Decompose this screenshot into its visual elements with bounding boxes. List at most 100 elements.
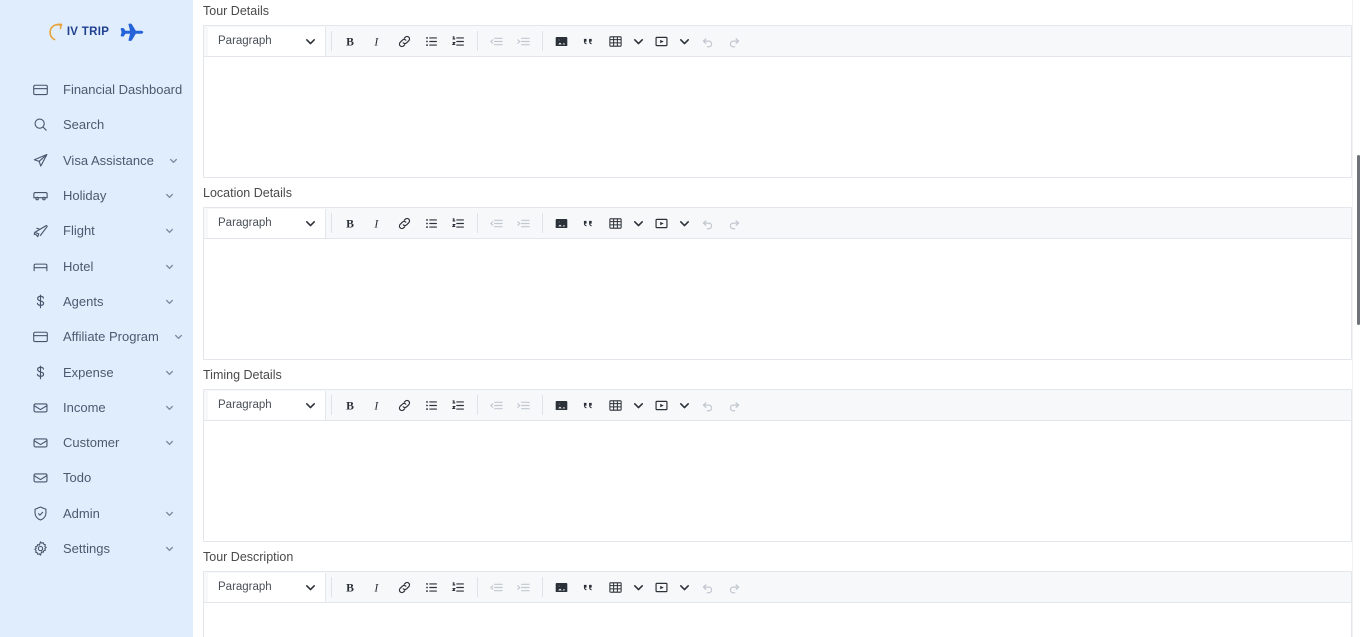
image-button[interactable] — [548, 574, 575, 601]
table-dropdown[interactable] — [629, 574, 648, 601]
editor-content-area[interactable] — [204, 57, 1351, 177]
indent-button[interactable] — [510, 28, 537, 55]
blockquote-button[interactable] — [575, 28, 602, 55]
sidebar-item-affiliate-program[interactable]: Affiliate Program — [0, 319, 193, 354]
link-button[interactable] — [391, 28, 418, 55]
table-button[interactable] — [602, 392, 629, 419]
indent-button[interactable] — [510, 392, 537, 419]
bold-button[interactable]: B — [337, 392, 364, 419]
block-format-select[interactable]: Paragraph — [208, 572, 326, 602]
media-button[interactable] — [648, 28, 675, 55]
undo-button[interactable] — [694, 574, 721, 601]
chevron-down-icon[interactable] — [164, 508, 175, 519]
table-dropdown[interactable] — [629, 392, 648, 419]
link-button[interactable] — [391, 574, 418, 601]
media-dropdown[interactable] — [675, 210, 694, 237]
block-format-select[interactable]: Paragraph — [208, 26, 326, 56]
chevron-down-icon[interactable] — [164, 296, 175, 307]
sidebar-item-holiday[interactable]: Holiday — [0, 178, 193, 213]
blockquote-button[interactable] — [575, 574, 602, 601]
image-button[interactable] — [548, 210, 575, 237]
rich-text-editor: Paragraph B I — [203, 571, 1352, 637]
table-button[interactable] — [602, 210, 629, 237]
indent-button[interactable] — [510, 210, 537, 237]
image-button[interactable] — [548, 28, 575, 55]
sidebar-item-hotel[interactable]: Hotel — [0, 248, 193, 283]
media-dropdown[interactable] — [675, 28, 694, 55]
italic-button[interactable]: I — [364, 392, 391, 419]
bullet-list-button[interactable] — [418, 210, 445, 237]
undo-button[interactable] — [694, 210, 721, 237]
media-button[interactable] — [648, 392, 675, 419]
bold-button[interactable]: B — [337, 574, 364, 601]
sidebar-item-income[interactable]: Income — [0, 390, 193, 425]
numbered-list-button[interactable] — [445, 210, 472, 237]
vertical-scrollbar[interactable] — [1352, 0, 1363, 637]
sidebar-item-search[interactable]: Search — [0, 107, 193, 142]
blockquote-button[interactable] — [575, 210, 602, 237]
editor-content-area[interactable] — [204, 603, 1351, 637]
sidebar-item-visa-assistance[interactable]: Visa Assistance — [0, 143, 193, 178]
link-button[interactable] — [391, 210, 418, 237]
outdent-button[interactable] — [483, 28, 510, 55]
redo-button[interactable] — [721, 210, 748, 237]
sidebar-item-expense[interactable]: Expense — [0, 354, 193, 389]
media-button[interactable] — [648, 210, 675, 237]
table-button[interactable] — [602, 28, 629, 55]
chevron-down-icon[interactable] — [164, 190, 175, 201]
table-dropdown[interactable] — [629, 210, 648, 237]
media-dropdown[interactable] — [675, 574, 694, 601]
field-label: Tour Description — [203, 550, 294, 564]
numbered-list-button[interactable] — [445, 28, 472, 55]
redo-button[interactable] — [721, 392, 748, 419]
chevron-down-icon[interactable] — [164, 402, 175, 413]
table-dropdown[interactable] — [629, 28, 648, 55]
bold-button[interactable]: B — [337, 28, 364, 55]
chevron-down-icon[interactable] — [164, 367, 175, 378]
sidebar-item-agents[interactable]: Agents — [0, 284, 193, 319]
media-dropdown[interactable] — [675, 392, 694, 419]
chevron-down-icon[interactable] — [164, 261, 175, 272]
block-format-select[interactable]: Paragraph — [208, 208, 326, 238]
dollar-icon — [32, 364, 49, 381]
sidebar-item-admin[interactable]: Admin — [0, 496, 193, 531]
editor-content-area[interactable] — [204, 421, 1351, 541]
bold-button[interactable]: B — [337, 210, 364, 237]
italic-button[interactable]: I — [364, 574, 391, 601]
chevron-down-icon[interactable] — [164, 543, 175, 554]
scrollbar-thumb[interactable] — [1357, 155, 1360, 325]
italic-button[interactable]: I — [364, 210, 391, 237]
bullet-list-button[interactable] — [418, 392, 445, 419]
chevron-down-icon[interactable] — [164, 437, 175, 448]
undo-button[interactable] — [694, 28, 721, 55]
image-button[interactable] — [548, 392, 575, 419]
redo-button[interactable] — [721, 28, 748, 55]
chevron-down-icon[interactable] — [164, 225, 175, 236]
bullet-list-button[interactable] — [418, 28, 445, 55]
sidebar-item-settings[interactable]: Settings — [0, 531, 193, 566]
outdent-button[interactable] — [483, 574, 510, 601]
block-format-select[interactable]: Paragraph — [208, 390, 326, 420]
numbered-list-button[interactable] — [445, 392, 472, 419]
brand-logo[interactable]: IV TRIP — [0, 0, 193, 60]
editor-content-area[interactable] — [204, 239, 1351, 359]
blockquote-button[interactable] — [575, 392, 602, 419]
chevron-down-icon[interactable] — [173, 331, 184, 342]
link-button[interactable] — [391, 392, 418, 419]
undo-button[interactable] — [694, 392, 721, 419]
italic-button[interactable]: I — [364, 28, 391, 55]
outdent-button[interactable] — [483, 210, 510, 237]
outdent-button[interactable] — [483, 392, 510, 419]
editor-toolbar: Paragraph B I — [204, 390, 1351, 421]
sidebar-item-flight[interactable]: Flight — [0, 213, 193, 248]
media-button[interactable] — [648, 574, 675, 601]
sidebar-item-todo[interactable]: Todo — [0, 460, 193, 495]
indent-button[interactable] — [510, 574, 537, 601]
numbered-list-button[interactable] — [445, 574, 472, 601]
sidebar-item-financial-dashboard[interactable]: Financial Dashboard — [0, 72, 193, 107]
redo-button[interactable] — [721, 574, 748, 601]
sidebar-item-customer[interactable]: Customer — [0, 425, 193, 460]
chevron-down-icon[interactable] — [168, 155, 179, 166]
table-button[interactable] — [602, 574, 629, 601]
bullet-list-button[interactable] — [418, 574, 445, 601]
